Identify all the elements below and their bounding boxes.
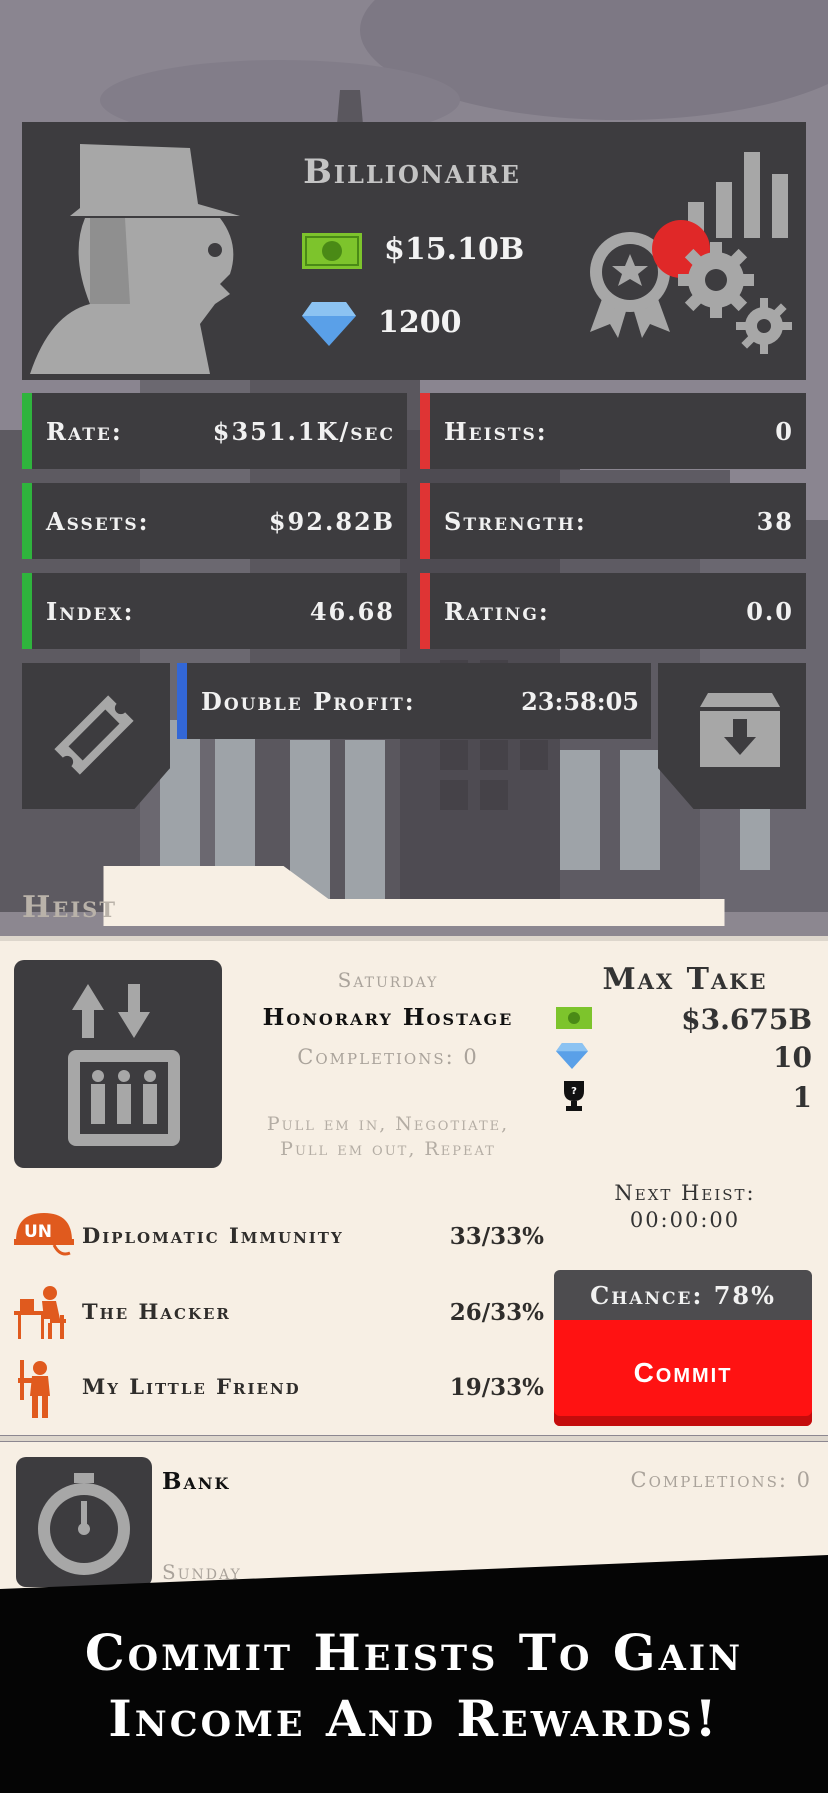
stat-rate: Rate: $351.1K/sec bbox=[22, 393, 407, 469]
stat-rate-label: Rate: bbox=[46, 417, 123, 446]
promo-line1: Commit Heists To Gain bbox=[84, 1623, 744, 1682]
crew-row-diplomatic-immunity[interactable]: UN Diplomatic Immunity 33/33% bbox=[14, 1209, 544, 1259]
take-trophy-value: 1 bbox=[792, 1081, 812, 1114]
stat-rating: Rating: 0.0 bbox=[420, 573, 806, 649]
heist-description-line2: Pull em out, Repeat bbox=[280, 1138, 496, 1160]
take-trophy-row: ? 1 bbox=[556, 1081, 812, 1114]
stat-strength-value: 38 bbox=[756, 507, 794, 536]
hacker-icon bbox=[14, 1286, 66, 1339]
section-divider bbox=[0, 1436, 828, 1441]
ticket-icon bbox=[54, 695, 134, 775]
stat-heists-value: 0 bbox=[775, 417, 794, 446]
heist-description: Pull em in, Negotiate, Pull em out, Repe… bbox=[238, 1112, 538, 1162]
next-heist-time: 00:00:00 bbox=[629, 1208, 741, 1232]
cash-icon bbox=[302, 233, 362, 269]
elevator-icon bbox=[68, 984, 180, 1146]
stat-strength: Strength: 38 bbox=[420, 483, 806, 559]
next-heist-label: Next Heist: bbox=[614, 1181, 756, 1205]
diamond-icon bbox=[556, 1043, 588, 1069]
stat-rate-value: $351.1K/sec bbox=[212, 417, 395, 446]
stat-rating-value: 0.0 bbox=[746, 597, 794, 626]
diamond-icon bbox=[302, 302, 356, 346]
heist-day: Saturday bbox=[337, 968, 439, 992]
take-cash-row: $3.675B bbox=[556, 1003, 812, 1036]
success-chance: Chance: 78% bbox=[554, 1270, 812, 1322]
max-take-label: Max Take bbox=[602, 962, 768, 997]
take-cash-value: $3.675B bbox=[681, 1003, 812, 1036]
ticket-button[interactable] bbox=[22, 663, 170, 809]
spy-avatar-icon bbox=[30, 144, 240, 374]
crew-name: My Little Friend bbox=[82, 1374, 301, 1399]
heist-tab-shape bbox=[103, 866, 725, 926]
stat-strength-label: Strength: bbox=[444, 507, 587, 536]
stat-heists: Heists: 0 bbox=[420, 393, 806, 469]
stat-heists-label: Heists: bbox=[444, 417, 548, 446]
bank-completions: Completions: 0 bbox=[630, 1468, 812, 1492]
stat-index-value: 46.68 bbox=[309, 597, 395, 626]
take-gems-value: 10 bbox=[773, 1041, 812, 1074]
gem-value: 1200 bbox=[378, 305, 462, 340]
profile-panel: Billionaire $15.10B 1200 bbox=[22, 122, 806, 380]
cash-value: $15.10B bbox=[384, 232, 525, 267]
heist-section-title: Heist bbox=[22, 890, 117, 925]
gem-balance: 1200 bbox=[302, 302, 462, 346]
crew-name: The Hacker bbox=[82, 1299, 231, 1324]
promo-line2: Income And Rewards! bbox=[108, 1689, 720, 1748]
crew-row-my-little-friend[interactable]: My Little Friend 19/33% bbox=[14, 1360, 544, 1418]
double-profit-timer: Double Profit: 23:58:05 bbox=[177, 663, 651, 739]
heist-description-line1: Pull em in, Negotiate, bbox=[266, 1113, 510, 1135]
cash-icon bbox=[556, 1007, 592, 1029]
take-gems-row: 10 bbox=[556, 1041, 812, 1074]
inbox-download-icon bbox=[700, 693, 780, 767]
heist-completions: Completions: 0 bbox=[297, 1045, 479, 1069]
crew-percent: 26/33% bbox=[449, 1299, 544, 1326]
crew-percent: 19/33% bbox=[449, 1374, 544, 1401]
crew-name: Diplomatic Immunity bbox=[82, 1223, 344, 1248]
bank-heist-name: Bank bbox=[162, 1468, 231, 1495]
settings-gear-icon[interactable] bbox=[676, 240, 796, 360]
gunman-icon bbox=[18, 1360, 50, 1418]
double-profit-value: 23:58:05 bbox=[521, 687, 639, 716]
stat-assets-value: $92.82B bbox=[268, 507, 395, 536]
trophy-icon: ? bbox=[564, 1081, 584, 1111]
crew-row-the-hacker[interactable]: The Hacker 26/33% bbox=[14, 1285, 544, 1339]
heist-thumbnail bbox=[14, 960, 222, 1168]
rank-title: Billionaire bbox=[303, 152, 521, 192]
svg-text:?: ? bbox=[571, 1086, 577, 1097]
double-profit-label: Double Profit: bbox=[201, 687, 416, 716]
cash-balance: $15.10B bbox=[302, 232, 524, 269]
svg-text:UN: UN bbox=[24, 1222, 52, 1242]
next-heist: Next Heist: 00:00:00 bbox=[570, 1180, 800, 1234]
stat-rating-label: Rating: bbox=[444, 597, 550, 626]
commit-button[interactable]: Commit bbox=[554, 1320, 812, 1426]
inbox-button[interactable] bbox=[658, 663, 806, 809]
stat-index-label: Index: bbox=[46, 597, 135, 626]
crew-percent: 33/33% bbox=[449, 1223, 544, 1250]
stat-assets: Assets: $92.82B bbox=[22, 483, 407, 559]
heist-name: Honorary Hostage bbox=[262, 1004, 514, 1031]
stats-chart-icon[interactable] bbox=[688, 152, 788, 238]
un-helmet-icon: UN bbox=[14, 1213, 74, 1256]
stat-assets-label: Assets: bbox=[46, 507, 150, 536]
promo-banner-text: Commit Heists To Gain Income And Rewards… bbox=[0, 1620, 828, 1752]
stat-index: Index: 46.68 bbox=[22, 573, 407, 649]
